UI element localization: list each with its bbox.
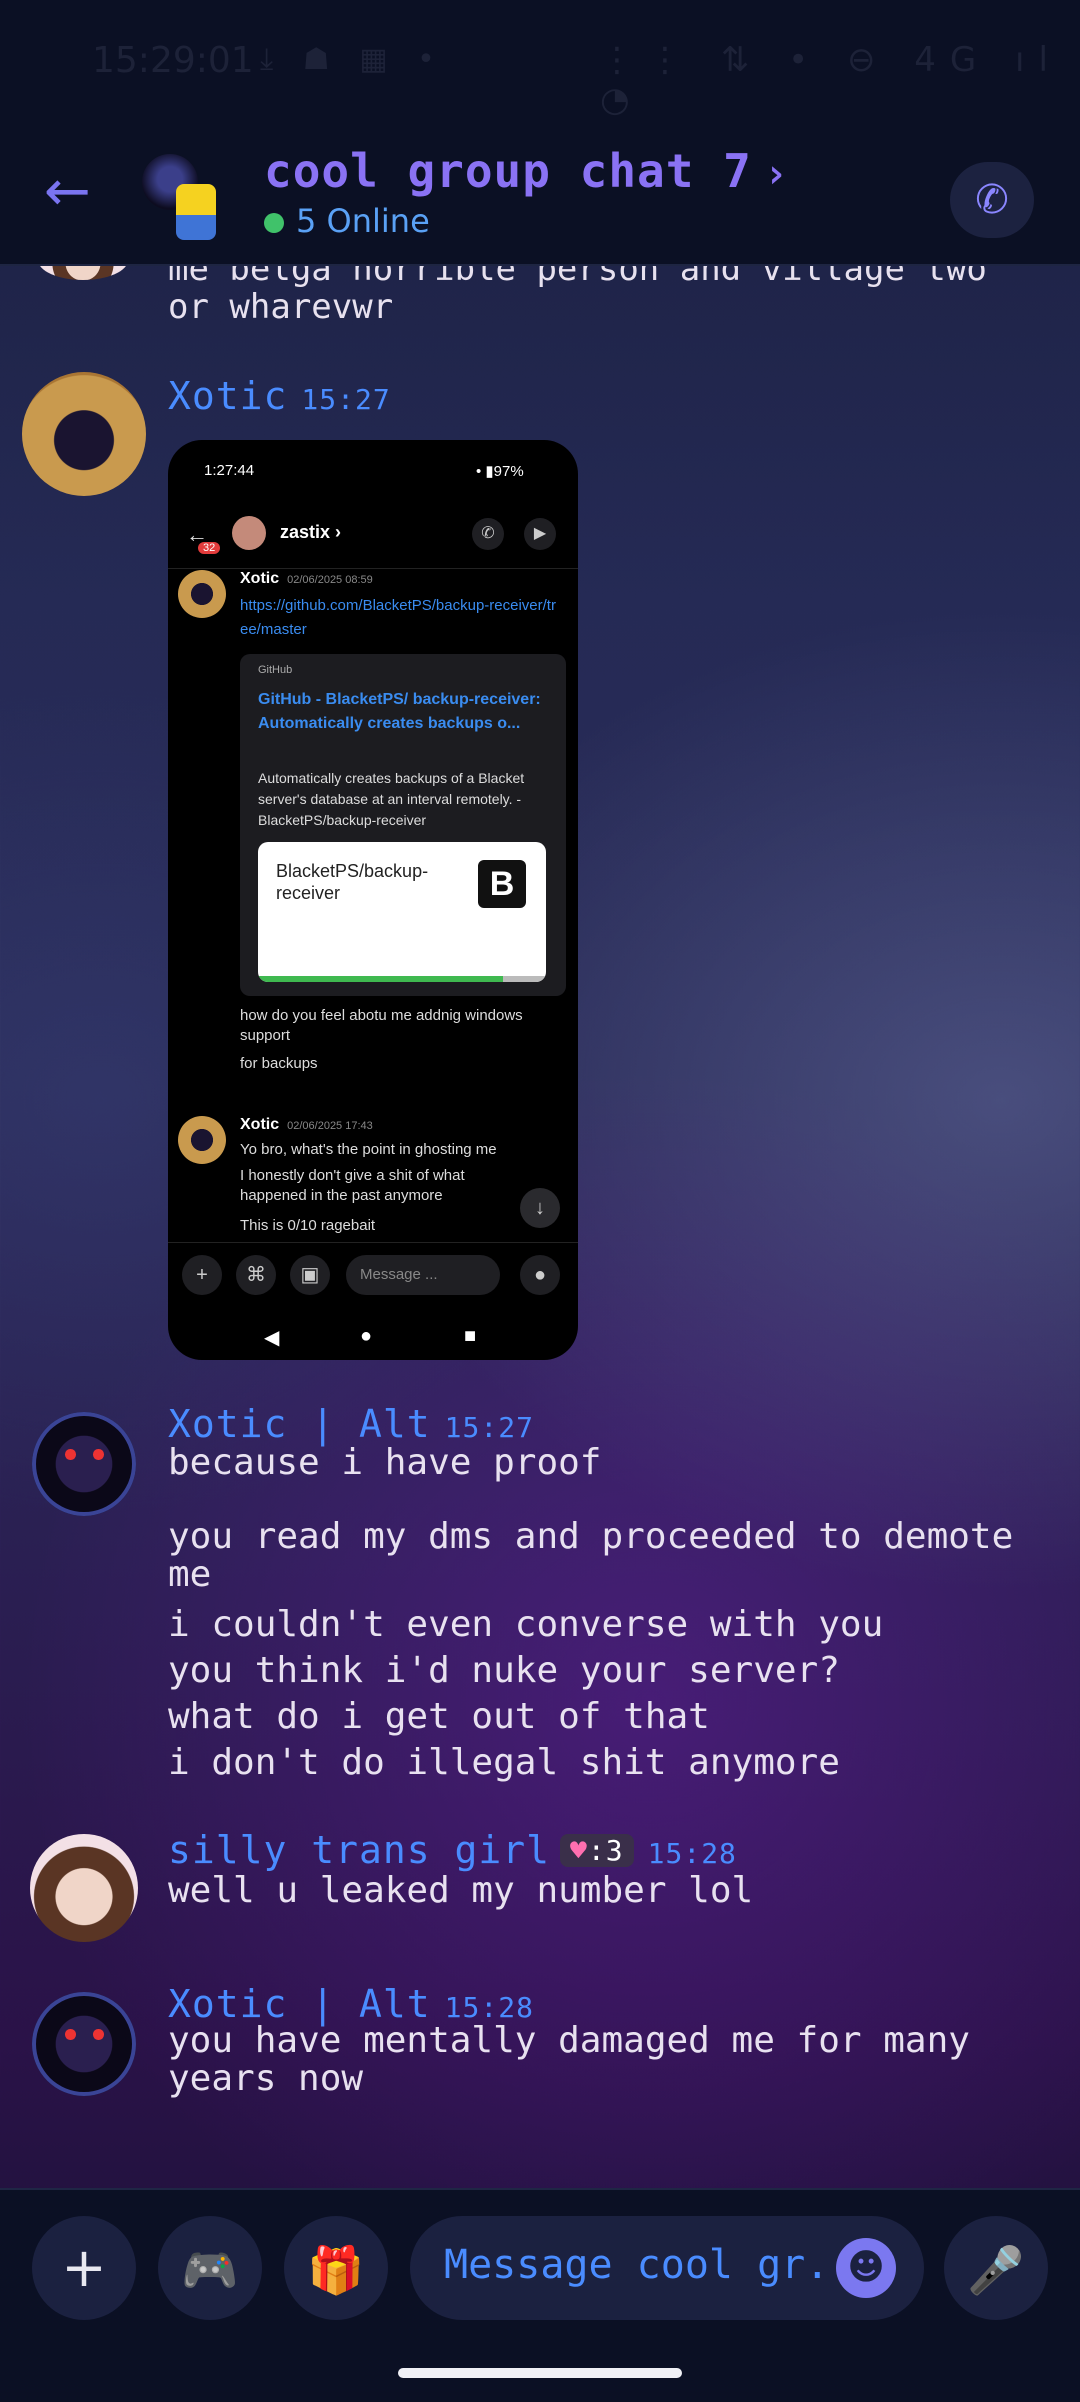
back-arrow-icon[interactable]: ← <box>44 162 104 222</box>
message-input-placeholder: Message cool gr... <box>444 2242 878 2288</box>
message-text: i couldn't even converse with you <box>168 1604 884 1645</box>
avatar <box>232 516 266 550</box>
chat-header: ← cool group chat 7 › 5 Online ✆ <box>0 120 1080 266</box>
language-bar <box>258 976 546 982</box>
shot-status-battery: • ▮97% <box>476 463 524 480</box>
add-button[interactable]: + <box>32 2216 136 2320</box>
gamepad-icon: 🎮 <box>181 2243 239 2297</box>
shot-message-text: I honestly don't give a shit of what hap… <box>240 1167 465 1204</box>
message-text: you have mentally damaged me for many ye… <box>168 2020 970 2099</box>
status-left-icons: ⤓ ☗ ▦ • <box>260 42 445 77</box>
shot-author: Xotic 02/06/2025 17:43 <box>240 1116 373 1133</box>
role-badge: ♥:3 <box>560 1834 634 1867</box>
avatar[interactable] <box>32 1992 136 2096</box>
nav-recents-icon: ■ <box>464 1325 477 1347</box>
shot-author: Xotic 02/06/2025 08:59 <box>240 570 373 587</box>
avatar[interactable] <box>22 372 146 496</box>
avatar[interactable] <box>30 1834 138 1942</box>
shot-composer: + ⌘ ▣ Message ... ● ◀ ● ■ <box>168 1242 578 1360</box>
chat-title[interactable]: cool group chat 7 › <box>264 144 789 198</box>
shot-link: https://github.com/BlacketPS/backup-rece… <box>240 597 556 638</box>
embed-description: Automatically creates backups of a Black… <box>258 770 525 828</box>
arrow-down-icon: ↓ <box>520 1188 560 1228</box>
avatar <box>176 184 216 240</box>
shot-message-text: for backups <box>240 1055 318 1072</box>
unread-badge: 32 <box>198 542 221 554</box>
shot-message-input: Message ... <box>346 1255 500 1295</box>
emoji-icon[interactable]: ☻ <box>836 2238 896 2298</box>
author-name: silly trans girl <box>168 1828 551 1872</box>
message-author[interactable]: silly trans girl ♥:3 15:28 <box>168 1828 737 1872</box>
shot-message-text: Yo bro, what's the point in ghosting me <box>240 1141 497 1158</box>
image-attachment[interactable]: 1:27:44 • ▮97% ← 32 zastix › ✆ ▶ Xotic 02… <box>168 440 578 1360</box>
avatar <box>178 1116 226 1164</box>
link-embed-card: GitHub GitHub - BlacketPS/ backup-receiv… <box>240 654 566 996</box>
embed-title: GitHub - BlacketPS/ backup-receiver: Aut… <box>258 691 541 732</box>
avatar[interactable] <box>32 1412 136 1516</box>
nav-home-icon: ● <box>360 1325 373 1347</box>
message-text: you think i'd nuke your server? <box>168 1650 840 1691</box>
heart-icon: ♥ <box>570 1834 588 1867</box>
shot-header: ← 32 zastix › ✆ ▶ <box>168 504 578 569</box>
gift-icon: 🎁 <box>307 2243 365 2297</box>
gift-icon: ▣ <box>290 1255 330 1295</box>
embed-image: BlacketPS/backup-receiver B <box>258 842 546 982</box>
phone-icon: ✆ <box>975 177 1009 223</box>
nav-back-icon: ◀ <box>264 1327 280 1349</box>
status-bar: 15:29:01 ⤓ ☗ ▦ • ⋮⋮ ⇅ • ⊖ 4G ıl ◔ <box>0 0 1080 120</box>
shot-message-text: how do you feel abotu me addnig windows … <box>240 1007 523 1044</box>
shot-message-text: This is 0/10 ragebait <box>240 1217 376 1234</box>
plus-icon: + <box>61 2236 107 2299</box>
embed-provider: GitHub <box>258 664 293 676</box>
message-input[interactable]: Message cool gr... ☻ <box>410 2216 924 2320</box>
online-count: 5 Online <box>264 202 430 240</box>
video-icon: ▶ <box>524 518 556 550</box>
embed-repo-name: BlacketPS/backup-receiver <box>276 861 429 903</box>
message-text: you read my dms and proceeded to demote … <box>168 1516 1014 1595</box>
message-time: 15:27 <box>301 383 391 416</box>
status-time: 15:29:01 <box>92 40 254 81</box>
avatar <box>178 570 226 618</box>
shot-status-time: 1:27:44 <box>204 462 255 479</box>
mic-icon: 🎤 <box>967 2243 1025 2297</box>
call-button[interactable]: ✆ <box>950 162 1034 238</box>
phone-icon: ✆ <box>472 518 504 550</box>
message-text: because i have proof <box>168 1442 602 1483</box>
online-dot-icon <box>264 213 284 233</box>
activities-button[interactable]: 🎮 <box>158 2216 262 2320</box>
message-text: i don't do illegal shit anymore <box>168 1742 840 1783</box>
shot-chat-name: zastix › <box>280 522 342 542</box>
chevron-right-icon: › <box>763 151 789 197</box>
message-text: what do i get out of that <box>168 1696 710 1737</box>
message-text: well u leaked my number lol <box>168 1870 754 1911</box>
chat-title-text: cool group chat 7 <box>264 144 752 198</box>
message-author[interactable]: Xotic 15:27 <box>168 374 391 418</box>
mic-icon: ● <box>520 1255 560 1295</box>
group-avatar[interactable] <box>142 154 222 244</box>
gamepad-icon: ⌘ <box>236 1255 276 1295</box>
gift-button[interactable]: 🎁 <box>284 2216 388 2320</box>
voice-message-button[interactable]: 🎤 <box>944 2216 1048 2320</box>
online-text: 5 Online <box>296 202 430 240</box>
status-right-icons: ⋮⋮ ⇅ • ⊖ 4G ıl ◔ <box>600 40 1062 120</box>
author-name: Xotic <box>168 374 288 418</box>
blacket-logo-icon: B <box>478 860 526 908</box>
message-time: 15:28 <box>647 1837 737 1870</box>
badge-text: :3 <box>587 1834 624 1867</box>
home-indicator[interactable] <box>398 2368 682 2378</box>
plus-icon: + <box>182 1255 222 1295</box>
